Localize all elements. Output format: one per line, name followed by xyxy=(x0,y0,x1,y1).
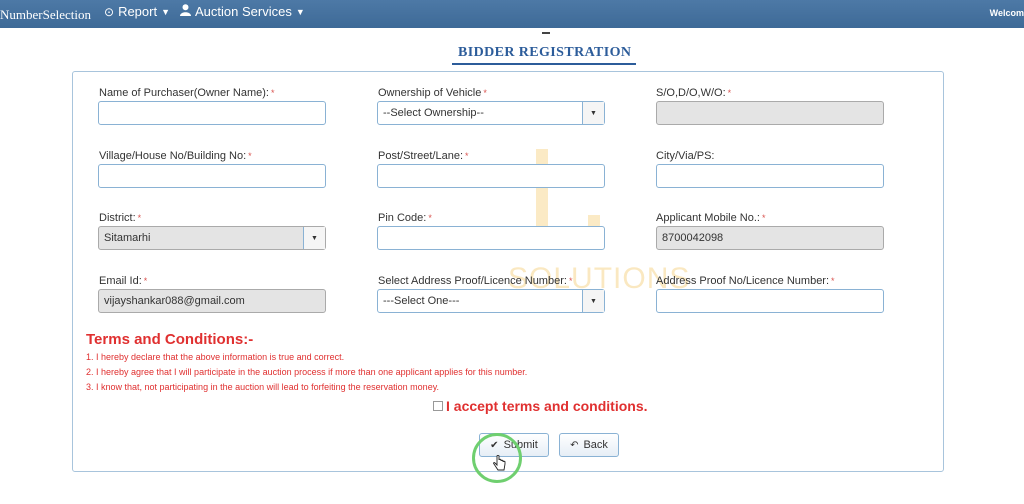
welcome-text: Welcom xyxy=(989,8,1024,18)
chevron-down-icon[interactable]: ▼ xyxy=(582,290,604,312)
pin-code-field[interactable] xyxy=(377,226,605,250)
district-select[interactable]: Sitamarhi ▼ xyxy=(98,226,326,250)
address-proof-label: Select Address Proof/Licence Number: * xyxy=(378,275,573,287)
sodowo-label: S/O,D/O,W/O: * xyxy=(656,87,732,99)
report-icon: ⊙ xyxy=(104,4,115,19)
owner-name-field[interactable] xyxy=(98,101,326,125)
back-button[interactable]: ↶ Back xyxy=(559,433,619,457)
district-select-value: Sitamarhi xyxy=(104,232,151,244)
accept-terms-label[interactable]: I accept terms and conditions. xyxy=(446,398,648,414)
address-proof-select[interactable]: ---Select One--- ▼ xyxy=(377,289,605,313)
accept-terms-checkbox[interactable] xyxy=(433,401,443,411)
hand-cursor-icon xyxy=(493,454,507,478)
proof-number-field[interactable] xyxy=(656,289,884,313)
terms-heading: Terms and Conditions:- xyxy=(86,331,254,348)
terms-item: 3. I know that, not participating in the… xyxy=(86,382,440,392)
pin-code-label: Pin Code: * xyxy=(378,212,432,224)
report-menu[interactable]: ⊙ Report ▼ xyxy=(104,4,170,19)
chevron-down-icon[interactable]: ▼ xyxy=(303,227,325,249)
city-field[interactable] xyxy=(656,164,884,188)
mobile-label: Applicant Mobile No.: * xyxy=(656,212,766,224)
ownership-label: Ownership of Vehicle * xyxy=(378,87,487,99)
chevron-down-icon: ▼ xyxy=(295,6,305,17)
chevron-down-icon[interactable]: ▼ xyxy=(582,102,604,124)
terms-item: 1. I hereby declare that the above infor… xyxy=(86,352,345,362)
ownership-select-value: --Select Ownership-- xyxy=(383,107,484,119)
divider xyxy=(542,32,550,34)
sodowo-field[interactable] xyxy=(656,101,884,125)
email-field[interactable]: vijayshankar088@gmail.com xyxy=(98,289,326,313)
back-button-label: Back xyxy=(583,439,608,451)
terms-item: 2. I hereby agree that I will participat… xyxy=(86,367,528,377)
mobile-field[interactable]: 8700042098 xyxy=(656,226,884,250)
back-arrow-icon: ↶ xyxy=(570,439,579,451)
brand-link[interactable]: NumberSelection xyxy=(0,7,91,23)
user-icon xyxy=(180,4,191,19)
report-menu-label: Report xyxy=(118,4,158,19)
address-proof-select-value: ---Select One--- xyxy=(383,295,460,307)
auction-services-menu[interactable]: Auction Services ▼ xyxy=(180,4,305,19)
chevron-down-icon: ▼ xyxy=(161,6,171,17)
district-label: District: * xyxy=(99,212,142,224)
post-field[interactable] xyxy=(377,164,605,188)
page-title: BIDDER REGISTRATION xyxy=(458,45,632,60)
auction-services-label: Auction Services xyxy=(195,4,292,19)
email-label: Email Id: * xyxy=(99,275,148,287)
post-label: Post/Street/Lane: * xyxy=(378,150,469,162)
village-label: Village/House No/Building No: * xyxy=(99,150,252,162)
village-field[interactable] xyxy=(98,164,326,188)
proof-number-label: Address Proof No/Licence Number: * xyxy=(656,275,835,287)
city-label: City/Via/PS: xyxy=(656,150,715,162)
title-underline xyxy=(452,63,636,65)
owner-name-label: Name of Purchaser(Owner Name): * xyxy=(99,87,275,99)
top-navbar: NumberSelection ⊙ Report ▼ Auction Servi… xyxy=(0,0,1024,28)
accept-terms[interactable]: I accept terms and conditions. xyxy=(433,398,648,414)
ownership-select[interactable]: --Select Ownership-- ▼ xyxy=(377,101,605,125)
